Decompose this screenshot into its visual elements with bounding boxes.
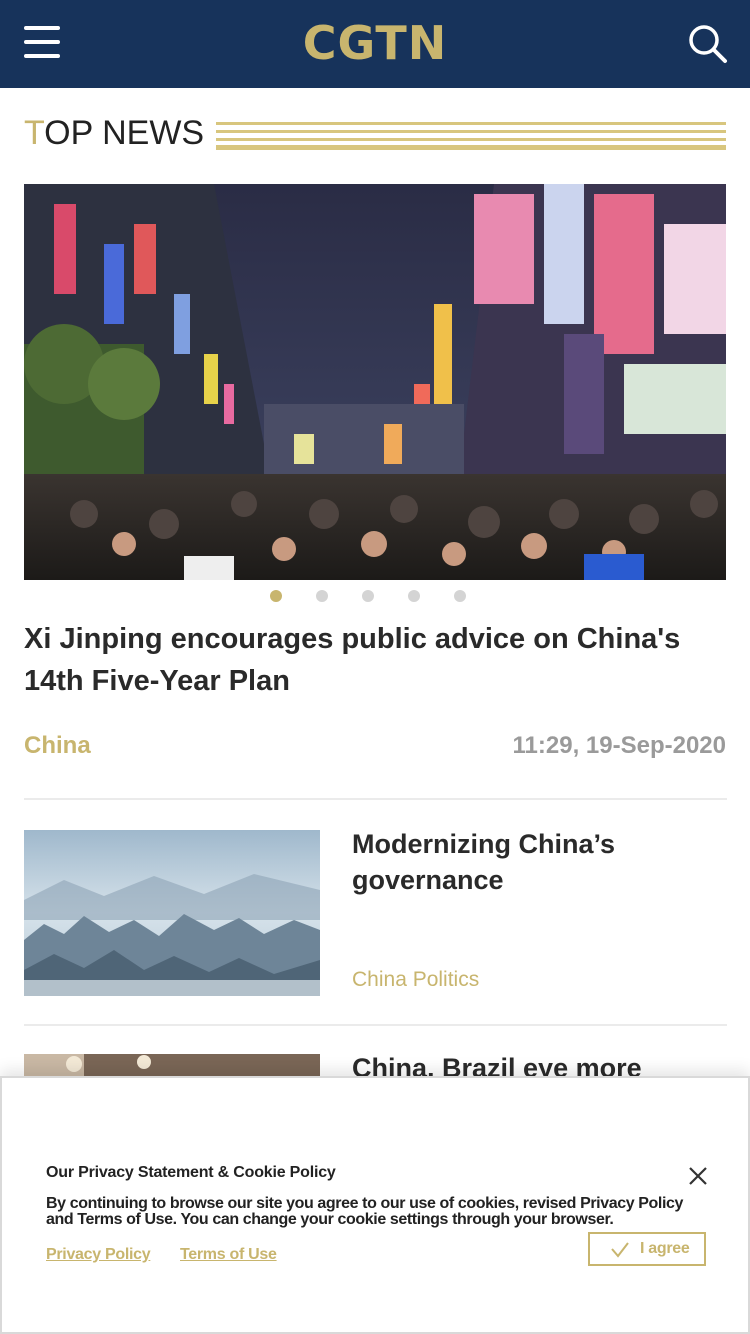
carousel-dot-2[interactable] <box>316 590 328 602</box>
agree-button[interactable]: I agree <box>588 1232 706 1266</box>
title-decorative-lines <box>216 122 726 150</box>
agree-button-label: I agree <box>640 1240 690 1257</box>
search-icon[interactable] <box>688 24 728 64</box>
carousel-dot-3[interactable] <box>362 590 374 602</box>
section-title-rest: OP NEWS <box>44 114 205 152</box>
divider <box>24 798 727 800</box>
carousel-dot-4[interactable] <box>408 590 420 602</box>
section-title-top-news: TOP NEWS <box>24 114 204 153</box>
carousel-dot-1[interactable] <box>270 590 282 602</box>
story-category[interactable]: China Politics <box>352 968 479 992</box>
privacy-policy-link[interactable]: Privacy Policy <box>46 1246 151 1264</box>
misty-mountains-photo <box>24 830 320 996</box>
terms-of-use-link[interactable]: Terms of Use <box>180 1246 277 1264</box>
story-title[interactable]: Modernizing China’s governance <box>352 826 712 898</box>
top-story-headline[interactable]: Xi Jinping encourages public advice on C… <box>24 618 684 702</box>
checkmark-icon <box>611 1242 629 1258</box>
hero-slide-image[interactable] <box>24 184 726 580</box>
close-icon[interactable] <box>686 1164 710 1188</box>
cookie-banner-title: Our Privacy Statement & Cookie Policy <box>46 1164 336 1181</box>
top-story-category[interactable]: China <box>24 732 91 760</box>
carousel-dot-5[interactable] <box>454 590 466 602</box>
divider <box>24 1024 727 1026</box>
cookie-banner-text: By continuing to browse our site you agr… <box>46 1195 683 1228</box>
top-story-timestamp: 11:29, 19-Sep-2020 <box>512 732 726 759</box>
story-thumbnail-mountains[interactable] <box>24 830 320 996</box>
cookie-consent-banner: Our Privacy Statement & Cookie Policy By… <box>0 1076 750 1334</box>
top-navigation-bar: CGTN <box>0 0 750 88</box>
carousel-pagination <box>0 590 750 602</box>
cgtn-logo[interactable]: CGTN <box>0 16 750 70</box>
section-title-initial: T <box>24 114 45 152</box>
night-shopping-street-photo <box>24 184 726 580</box>
